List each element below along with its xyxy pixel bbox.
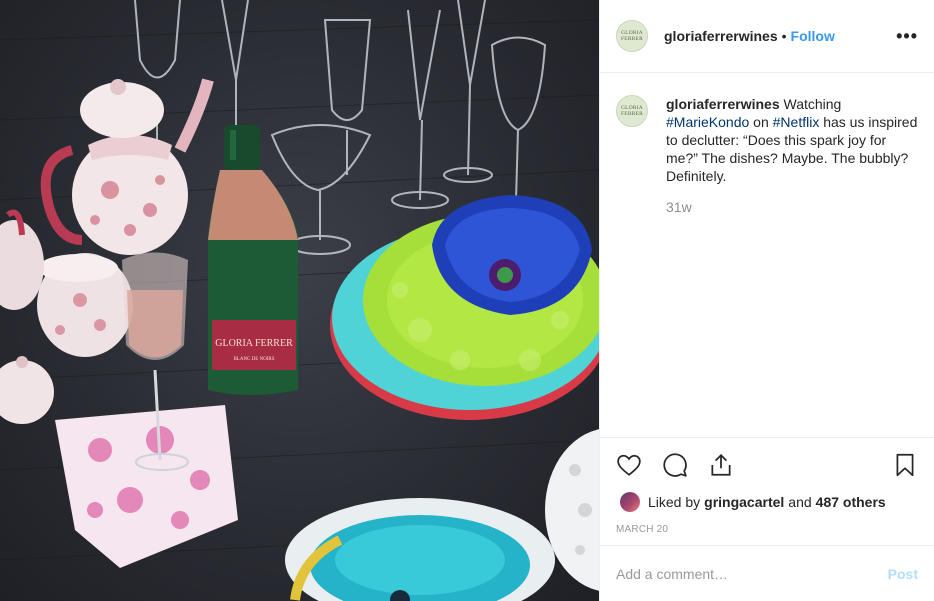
caption-avatar[interactable]: GLORIA FERRER	[616, 95, 648, 127]
post-side-panel: GLORIA FERRER gloriaferrerwines • Follow…	[599, 0, 934, 601]
bottle-sublabel-text: BLANC DE NOIRS	[233, 357, 274, 362]
avatar[interactable]: GLORIA FERRER	[616, 20, 648, 52]
likes-prefix: Liked by	[648, 494, 701, 510]
hashtag-mariekondo[interactable]: #MarieKondo	[666, 114, 749, 130]
liker-username[interactable]: gringacartel	[704, 494, 784, 510]
bookmark-icon[interactable]	[892, 452, 918, 478]
comment-input[interactable]	[616, 565, 888, 582]
caption: GLORIA FERRER gloriaferrerwines Watching…	[616, 95, 918, 185]
follow-button[interactable]: Follow	[791, 28, 835, 44]
actions-section: Liked by gringacartel and 487 others MAR…	[600, 437, 934, 535]
likes-others-link[interactable]: 487 others	[816, 494, 886, 510]
action-bar	[616, 438, 918, 492]
photo-table-setting: GLORIA FERRER BLANC DE NOIRS	[0, 0, 599, 601]
caption-text-part2: on	[749, 114, 773, 130]
post-date[interactable]: MARCH 20	[616, 524, 918, 535]
bottle-label-text: GLORIA FERRER	[215, 338, 293, 349]
caption-text: gloriaferrerwines Watching #MarieKondo o…	[666, 95, 918, 185]
avatar-text-line2: FERRER	[621, 36, 643, 42]
likes-line: Liked by gringacartel and 487 others	[616, 492, 918, 512]
separator-dot: •	[781, 28, 787, 44]
post-comment-button[interactable]: Post	[888, 566, 918, 582]
hashtag-netflix[interactable]: #Netflix	[773, 114, 820, 130]
likes-conjunction: and	[788, 494, 812, 510]
caption-text-part1: Watching	[779, 96, 842, 112]
share-icon[interactable]	[708, 452, 734, 478]
header-username[interactable]: gloriaferrerwines	[664, 28, 778, 44]
more-options-icon[interactable]: •••	[896, 26, 918, 47]
comment-icon[interactable]	[662, 452, 688, 478]
post-header: GLORIA FERRER gloriaferrerwines • Follow…	[600, 0, 934, 73]
liker-avatar[interactable]	[620, 492, 640, 512]
heart-icon[interactable]	[616, 452, 642, 478]
caption-timestamp[interactable]: 31w	[666, 199, 918, 215]
caption-avatar-text-line2: FERRER	[621, 111, 643, 117]
comments-area: GLORIA FERRER gloriaferrerwines Watching…	[600, 73, 934, 437]
add-comment-bar: Post	[600, 545, 934, 601]
post-photo[interactable]: GLORIA FERRER BLANC DE NOIRS	[0, 0, 599, 601]
caption-username[interactable]: gloriaferrerwines	[666, 96, 780, 112]
